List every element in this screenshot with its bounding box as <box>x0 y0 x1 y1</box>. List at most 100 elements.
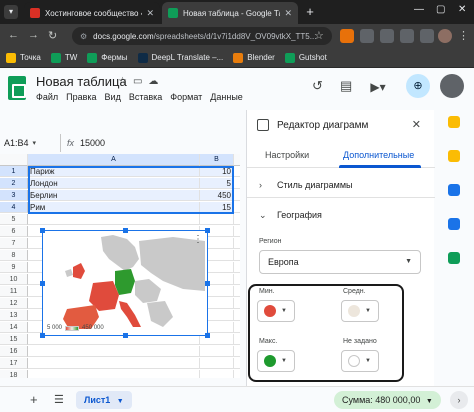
row-header[interactable]: 4 <box>0 202 28 213</box>
row-header[interactable]: 7 <box>0 238 28 249</box>
cell-c[interactable] <box>234 322 240 333</box>
bookmark-item[interactable]: Blender <box>233 52 275 63</box>
close-window-icon[interactable]: ✕ <box>458 4 466 15</box>
explore-button[interactable]: › <box>450 391 468 409</box>
sum-indicator[interactable]: Сумма: 480 000,00 ▼ <box>334 391 441 409</box>
add-sheet-button[interactable]: + <box>30 392 38 407</box>
geo-chart[interactable]: ⋮ 5 000 450 000 <box>40 228 210 338</box>
menu-data[interactable]: Данные <box>210 92 243 102</box>
cell-c[interactable] <box>234 370 240 378</box>
row-header[interactable]: 17 <box>0 358 28 369</box>
bookmark-item[interactable]: Фермы <box>87 52 128 63</box>
row-header[interactable]: 6 <box>0 226 28 237</box>
cell-a[interactable] <box>28 358 200 369</box>
profile-avatar[interactable] <box>438 29 452 43</box>
cell-b[interactable] <box>200 370 234 378</box>
resize-handle[interactable] <box>40 228 45 233</box>
cell-a[interactable]: Рим <box>28 202 200 213</box>
section-geo[interactable]: ⌄ География <box>247 202 435 228</box>
row-header[interactable]: 12 <box>0 298 28 309</box>
cell-c[interactable] <box>234 166 240 177</box>
sheet-tab[interactable]: Лист1 ▼ <box>76 391 132 409</box>
tab-search-icon[interactable]: ▾ <box>4 5 18 19</box>
cell-a[interactable]: Лондон <box>28 178 200 189</box>
column-header-b[interactable]: B <box>200 154 234 166</box>
row-header[interactable]: 14 <box>0 322 28 333</box>
cell-a[interactable]: Берлин <box>28 190 200 201</box>
section-chart-style[interactable]: › Стиль диаграммы <box>247 172 435 198</box>
region-select[interactable]: Европа ▼ <box>259 250 421 274</box>
cell-c[interactable] <box>234 310 240 321</box>
name-box[interactable]: A1:B4 ▾ <box>4 136 56 150</box>
close-tab-icon[interactable]: ✕ <box>146 8 154 19</box>
resize-handle[interactable] <box>205 281 210 286</box>
new-tab-button[interactable]: + <box>302 4 318 20</box>
cell-c[interactable] <box>234 226 240 237</box>
all-sheets-icon[interactable]: ☰ <box>54 393 64 406</box>
resize-handle[interactable] <box>123 228 128 233</box>
bookmark-star-icon[interactable]: ☆ <box>314 29 324 42</box>
menu-file[interactable]: Файл <box>36 92 58 102</box>
reload-icon[interactable]: ↻ <box>48 29 57 42</box>
history-icon[interactable]: ↺ <box>312 78 323 94</box>
cell-c[interactable] <box>234 298 240 309</box>
formula-bar[interactable]: fx 15000 <box>60 134 242 152</box>
cell-c[interactable] <box>234 202 240 213</box>
extensions-icon[interactable] <box>400 29 414 43</box>
row-header[interactable]: 18 <box>0 370 28 378</box>
cell-b[interactable]: 10 <box>200 166 234 177</box>
cell-b[interactable] <box>200 214 234 225</box>
calendar-icon[interactable] <box>448 116 460 128</box>
row-header[interactable]: 5 <box>0 214 28 225</box>
cell-c[interactable] <box>234 214 240 225</box>
resize-handle[interactable] <box>40 281 45 286</box>
contacts-icon[interactable] <box>448 218 460 230</box>
menu-format[interactable]: Формат <box>170 92 202 102</box>
back-icon[interactable]: ← <box>8 29 19 41</box>
downloads-icon[interactable] <box>420 29 434 43</box>
bookmark-item[interactable]: DeepL Translate –... <box>137 52 223 63</box>
row-header[interactable]: 1 <box>0 166 28 177</box>
row-header[interactable]: 2 <box>0 178 28 189</box>
cell-c[interactable] <box>234 250 240 261</box>
tab-setup[interactable]: Настройки <box>265 150 309 160</box>
document-title[interactable]: Новая таблица <box>36 74 127 89</box>
maps-icon[interactable] <box>448 252 460 264</box>
menu-insert[interactable]: Вставка <box>129 92 162 102</box>
close-tab-icon[interactable]: ✕ <box>284 8 292 19</box>
cell-a[interactable]: Париж <box>28 166 200 177</box>
browser-tab-active[interactable]: Новая таблица - Google Табл ✕ <box>162 2 298 24</box>
tab-customize[interactable]: Дополнительные <box>343 150 414 160</box>
resize-handle[interactable] <box>205 333 210 338</box>
cell-c[interactable] <box>234 358 240 369</box>
move-folder-icon[interactable]: ▭ <box>133 76 142 87</box>
extension-icon[interactable] <box>340 29 354 43</box>
row-header[interactable]: 15 <box>0 334 28 345</box>
bookmark-item[interactable]: TW <box>50 52 77 63</box>
row-header[interactable]: 3 <box>0 190 28 201</box>
cloud-status-icon[interactable]: ☁ <box>148 76 158 87</box>
cell-b[interactable]: 15 <box>200 202 234 213</box>
keep-icon[interactable] <box>448 150 460 162</box>
extension-icon[interactable] <box>380 29 394 43</box>
resize-handle[interactable] <box>40 333 45 338</box>
cell-c[interactable] <box>234 238 240 249</box>
sheets-logo-icon[interactable] <box>8 76 26 100</box>
browser-tab-inactive[interactable]: Хостинговое сообщество «Ti ✕ <box>24 2 160 24</box>
resize-handle[interactable] <box>123 333 128 338</box>
bookmark-item[interactable]: Точка <box>6 52 41 63</box>
account-avatar[interactable] <box>440 74 464 98</box>
cell-b[interactable] <box>200 358 234 369</box>
cell-c[interactable] <box>234 178 240 189</box>
cell-c[interactable] <box>234 346 240 357</box>
bookmark-item[interactable]: Gutshot <box>284 52 327 63</box>
cell-c[interactable] <box>234 286 240 297</box>
comments-icon[interactable]: ▤ <box>340 78 352 94</box>
meet-button[interactable]: ▶▾ <box>360 76 396 98</box>
row-header[interactable]: 13 <box>0 310 28 321</box>
minimize-icon[interactable]: — <box>414 4 424 15</box>
cell-c[interactable] <box>234 262 240 273</box>
menu-edit[interactable]: Правка <box>66 92 96 102</box>
row-header[interactable]: 9 <box>0 262 28 273</box>
resize-handle[interactable] <box>205 228 210 233</box>
